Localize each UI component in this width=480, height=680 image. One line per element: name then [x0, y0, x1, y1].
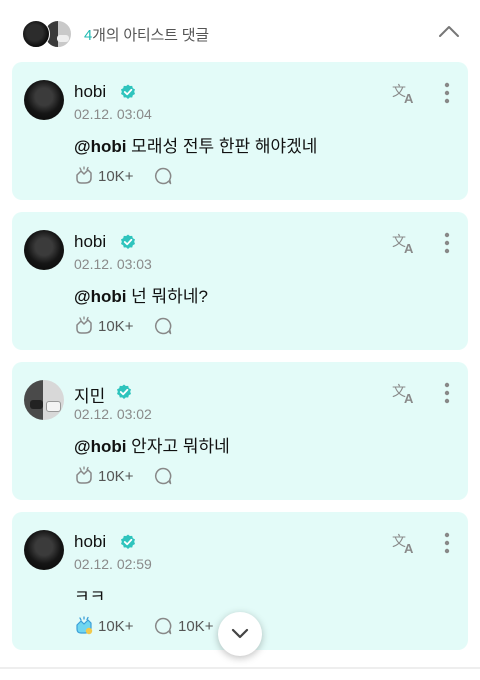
comment-body: 모래성 전투 한판 해야겠네: [126, 137, 318, 156]
translate-icon[interactable]: 文 A: [392, 382, 418, 404]
verified-badge-icon: [117, 384, 131, 399]
like-count: 10K+: [98, 618, 134, 635]
more-vertical-icon[interactable]: [444, 232, 450, 254]
mention-link[interactable]: @hobi: [74, 287, 126, 306]
mention-link[interactable]: @hobi: [74, 437, 126, 456]
count-label: 개의 아티스트 댓글: [92, 27, 209, 44]
more-vertical-icon[interactable]: [444, 382, 450, 404]
comment-text: @hobi 안자고 뭐하네: [74, 432, 230, 457]
comment-timestamp: 02.12. 02:59: [74, 556, 152, 572]
comment-author[interactable]: 지민: [74, 382, 105, 407]
comment-bubble-icon[interactable]: [154, 467, 172, 485]
translate-icon[interactable]: 文 A: [392, 82, 418, 104]
artist-avatars: [22, 20, 76, 48]
svg-text:A: A: [404, 91, 414, 104]
reply-count: 10K+: [178, 618, 214, 635]
translate-icon[interactable]: 文 A: [392, 232, 418, 254]
comment-author[interactable]: hobi: [74, 532, 106, 552]
svg-text:A: A: [404, 241, 414, 254]
comment-card: hobi 02.12. 03:03 @hobi 넌 뭐하네? 文 A 10K+: [12, 212, 468, 350]
cheer-icon[interactable]: [74, 616, 94, 636]
verified-badge-icon: [121, 534, 135, 549]
divider: [0, 667, 480, 669]
like-count: 10K+: [98, 318, 134, 335]
comment-body: 넌 뭐하네?: [126, 287, 208, 306]
comment-author[interactable]: hobi: [74, 82, 106, 102]
comment-body: ㅋㅋ: [74, 587, 106, 606]
verified-badge-icon: [121, 84, 135, 99]
comment-timestamp: 02.12. 03:02: [74, 406, 152, 422]
svg-text:A: A: [404, 541, 414, 554]
count-number: 4: [84, 27, 93, 44]
avatar[interactable]: [24, 80, 64, 120]
verified-badge-icon: [121, 234, 135, 249]
translate-icon[interactable]: 文 A: [392, 532, 418, 554]
avatar[interactable]: [24, 530, 64, 570]
more-vertical-icon[interactable]: [444, 82, 450, 104]
scroll-down-button[interactable]: [218, 612, 262, 656]
comment-bubble-icon[interactable]: [154, 617, 172, 635]
cheer-icon[interactable]: [74, 166, 94, 186]
chevron-down-icon: [231, 628, 249, 639]
comment-bubble-icon[interactable]: [154, 167, 172, 185]
comment-author[interactable]: hobi: [74, 232, 106, 252]
comment-timestamp: 02.12. 03:03: [74, 256, 152, 272]
comment-bubble-icon[interactable]: [154, 317, 172, 335]
svg-text:A: A: [404, 391, 414, 404]
comment-text: ㅋㅋ: [74, 582, 105, 607]
comment-body: 안자고 뭐하네: [126, 437, 230, 456]
chevron-up-icon[interactable]: [438, 24, 460, 38]
artist-comment-count: 4개의 아티스트 댓글: [84, 24, 209, 45]
avatar[interactable]: [24, 380, 64, 420]
cheer-icon[interactable]: [74, 316, 94, 336]
comment-card: hobi 02.12. 03:04 @hobi 모래성 전투 한판 해야겠네 文…: [12, 62, 468, 200]
cheer-icon[interactable]: [74, 466, 94, 486]
comment-timestamp: 02.12. 03:04: [74, 106, 152, 122]
comment-text: @hobi 넌 뭐하네?: [74, 282, 208, 307]
avatar[interactable]: [24, 230, 64, 270]
like-count: 10K+: [98, 168, 134, 185]
more-vertical-icon[interactable]: [444, 532, 450, 554]
like-count: 10K+: [98, 468, 134, 485]
mention-link[interactable]: @hobi: [74, 137, 126, 156]
avatar: [22, 20, 50, 48]
artist-comments-header[interactable]: 4개의 아티스트 댓글: [0, 0, 480, 62]
comment-text: @hobi 모래성 전투 한판 해야겠네: [74, 132, 317, 157]
comment-card: 지민 02.12. 03:02 @hobi 안자고 뭐하네 文 A 10K+: [12, 362, 468, 500]
